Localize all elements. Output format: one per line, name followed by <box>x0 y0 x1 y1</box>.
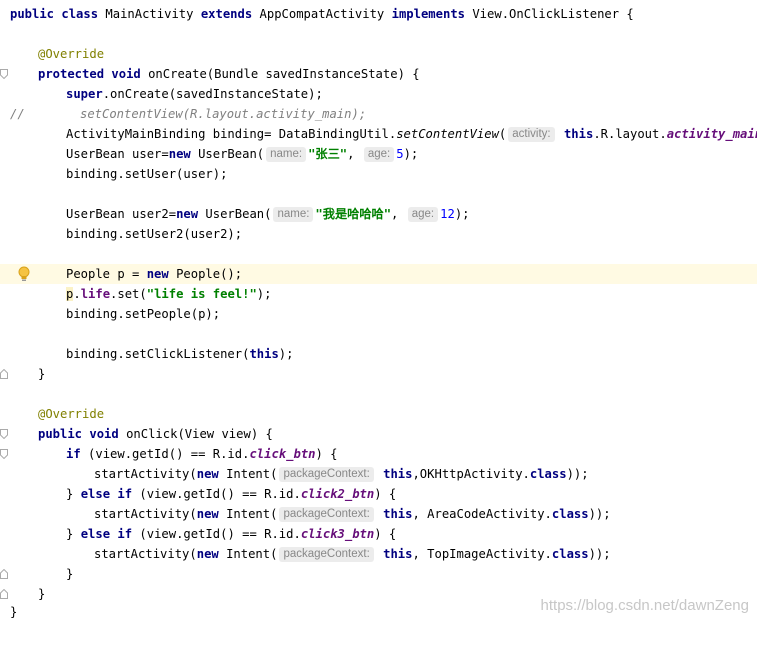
code-line-userbean2[interactable]: UserBean user2=new UserBean(name: "我是哈哈哈"… <box>0 204 757 224</box>
code-line-start-okhttp[interactable]: startActivity(new Intent(packageContext:… <box>0 464 757 484</box>
code-line-super-call[interactable]: super.onCreate(savedInstanceState); <box>0 84 757 104</box>
code-line-override-annotation-2[interactable]: @Override <box>0 404 757 424</box>
watermark: https://blog.csdn.net/dawnZeng <box>540 597 749 614</box>
param-hint: packageContext: <box>279 507 374 522</box>
param-hint: packageContext: <box>279 467 374 482</box>
code-line-class-declaration[interactable]: public class MainActivity extends AppCom… <box>0 4 757 24</box>
param-hint: activity: <box>508 127 555 142</box>
code-editor[interactable]: public class MainActivity extends AppCom… <box>0 0 757 622</box>
code-line-override-annotation[interactable]: @Override <box>0 44 757 64</box>
code-line-close-if[interactable]: } <box>0 564 757 584</box>
code-line-if-click-btn[interactable]: if (view.getId() == R.id.click_btn) { <box>0 444 757 464</box>
code-line-setuser2[interactable]: binding.setUser2(user2); <box>0 224 757 244</box>
code-line-start-areacode[interactable]: startActivity(new Intent(packageContext:… <box>0 504 757 524</box>
fold-marker-icon[interactable] <box>0 449 8 459</box>
code-line-elseif-click3[interactable]: } else if (view.getId() == R.id.click3_b… <box>0 524 757 544</box>
code-line-elseif-click2[interactable]: } else if (view.getId() == R.id.click2_b… <box>0 484 757 504</box>
code-line-data-binding[interactable]: ActivityMainBinding binding= DataBinding… <box>0 124 757 144</box>
code-line-start-topimage[interactable]: startActivity(new Intent(packageContext:… <box>0 544 757 564</box>
code-line-onclick-signature[interactable]: public void onClick(View view) { <box>0 424 757 444</box>
param-hint: age: <box>363 147 395 162</box>
code-line-setuser[interactable]: binding.setUser(user); <box>0 164 757 184</box>
fold-marker-icon[interactable] <box>0 369 8 379</box>
code-line-oncreate-signature[interactable]: protected void onCreate(Bundle savedInst… <box>0 64 757 84</box>
fold-marker-icon[interactable] <box>0 429 8 439</box>
fold-marker-icon[interactable] <box>0 69 8 79</box>
code-line-userbean[interactable]: UserBean user=new UserBean(name: "张三", ag… <box>0 144 757 164</box>
code-line-life-set[interactable]: p.life.set("life is feel!"); <box>0 284 757 304</box>
code-line-people-current[interactable]: People p = new People(); <box>0 264 757 284</box>
param-hint: age: <box>407 207 439 222</box>
code-line-close-oncreate[interactable]: } <box>0 364 757 384</box>
lightbulb-icon[interactable] <box>17 266 31 282</box>
param-hint: name: <box>266 147 307 162</box>
code-line-commented-setcontentview[interactable]: // setContentView(R.layout.activity_main… <box>0 104 757 124</box>
param-hint: packageContext: <box>279 547 374 562</box>
fold-marker-icon[interactable] <box>0 569 8 579</box>
fold-marker-icon[interactable] <box>0 589 8 599</box>
code-line-setclicklistener[interactable]: binding.setClickListener(this); <box>0 344 757 364</box>
param-hint: name: <box>273 207 314 222</box>
code-line-setpeople[interactable]: binding.setPeople(p); <box>0 304 757 324</box>
